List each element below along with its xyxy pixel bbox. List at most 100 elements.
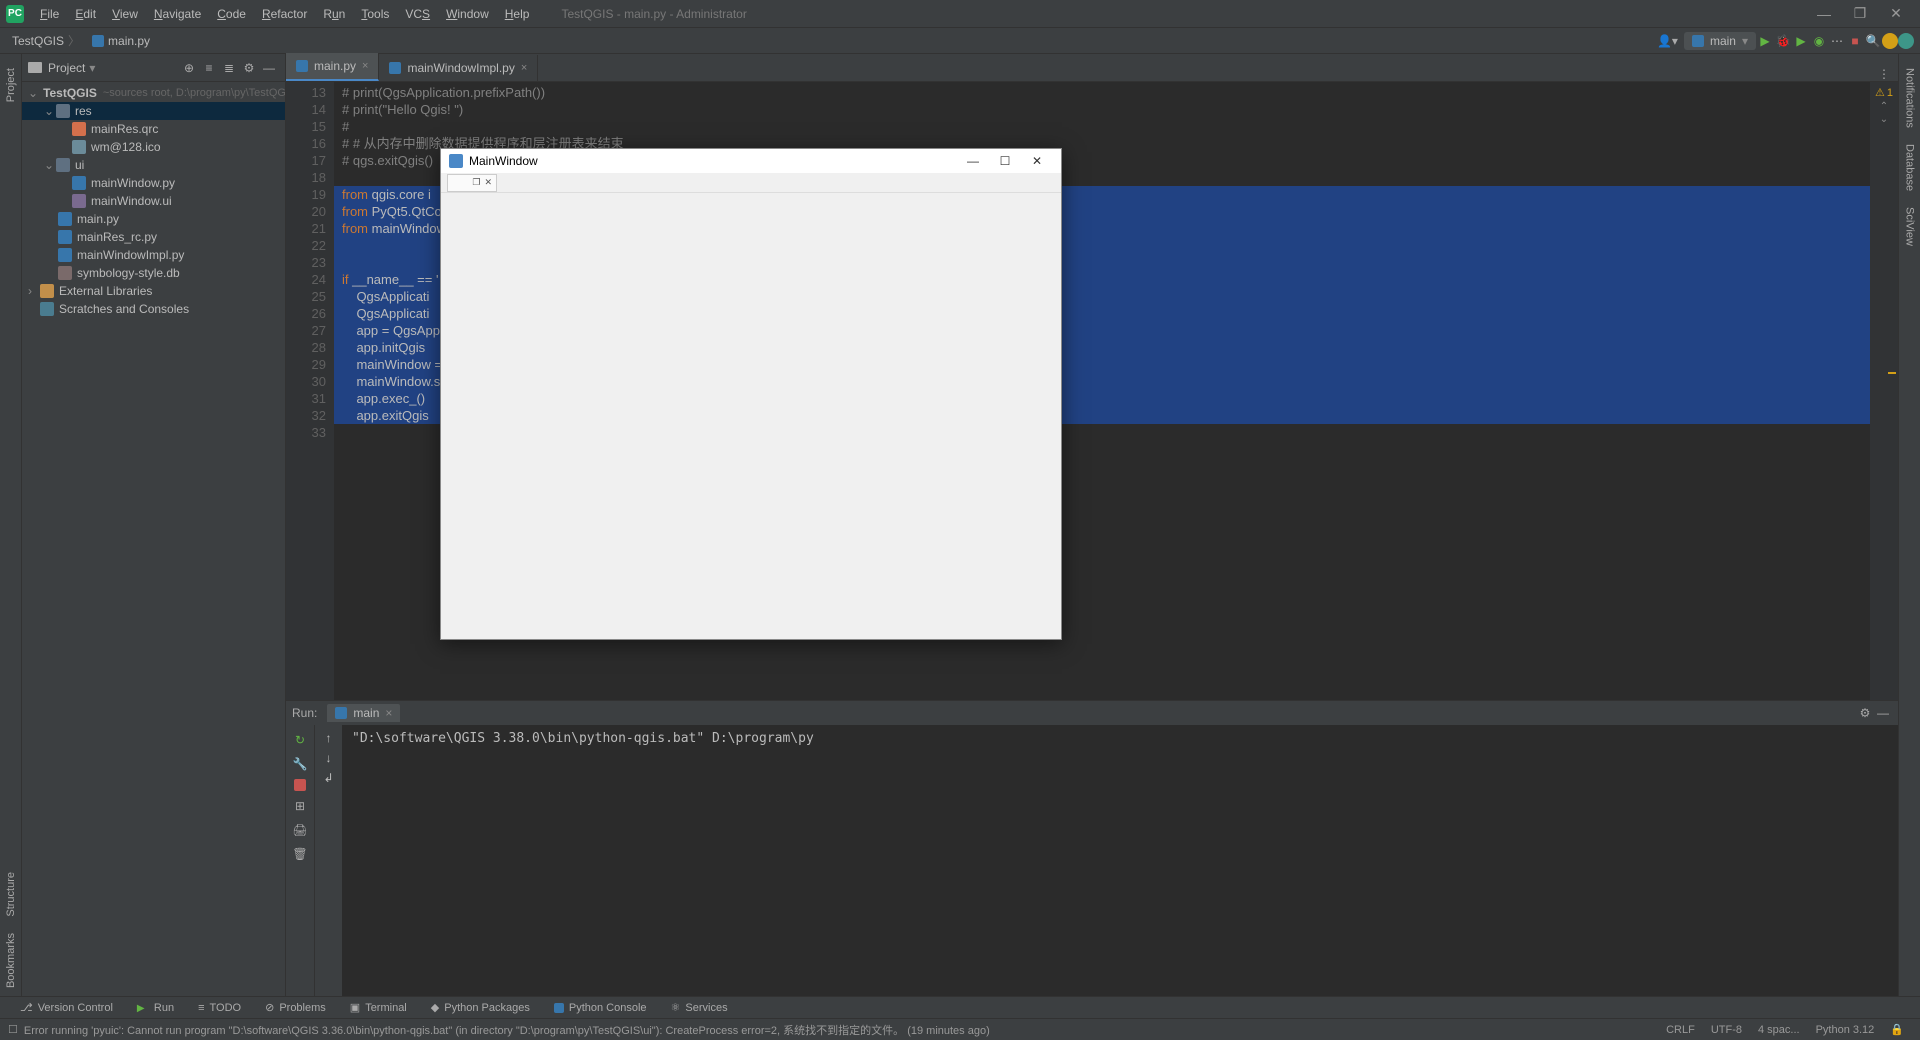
menu-navigate[interactable]: Navigate: [146, 3, 209, 25]
layout-button[interactable]: ⊞: [291, 797, 309, 815]
status-line-ending[interactable]: CRLF: [1658, 1024, 1703, 1036]
close-icon[interactable]: ✕: [484, 177, 492, 188]
run-button[interactable]: ▶: [1756, 32, 1774, 50]
terminal-tool-button[interactable]: ▣Terminal: [340, 1001, 417, 1014]
menu-edit[interactable]: Edit: [67, 3, 104, 25]
tree-file[interactable]: mainWindow.py: [22, 174, 285, 192]
project-header: Project ▾ ⊕ ≡ ≣ ⚙ —: [22, 54, 285, 82]
sciview-tool-button[interactable]: SciView: [1902, 199, 1918, 254]
status-encoding[interactable]: UTF-8: [1703, 1024, 1750, 1036]
breadcrumb-project[interactable]: TestQGIS〉: [6, 30, 86, 51]
run-tab[interactable]: main×: [327, 704, 400, 722]
popup-app-icon: [449, 154, 463, 168]
more-run-button[interactable]: ⋯: [1828, 32, 1846, 50]
python-packages-button[interactable]: ◆Python Packages: [421, 1001, 540, 1014]
tab-mainwindowimpl-py[interactable]: mainWindowImpl.py×: [379, 55, 538, 81]
search-everywhere-button[interactable]: 🔍: [1864, 32, 1882, 50]
tree-file[interactable]: mainRes.qrc: [22, 120, 285, 138]
tree-folder-ui[interactable]: ⌄ui: [22, 156, 285, 174]
soft-wrap-button[interactable]: ↲: [323, 771, 333, 785]
settings-button[interactable]: ⚙: [240, 59, 258, 77]
stop-button[interactable]: ■: [1846, 32, 1864, 50]
popup-maximize-button[interactable]: ☐: [989, 149, 1021, 173]
debug-button[interactable]: 🐞: [1774, 32, 1792, 50]
menu-refactor[interactable]: Refactor: [254, 3, 315, 25]
menu-file[interactable]: File: [32, 3, 67, 25]
close-icon[interactable]: ×: [521, 62, 527, 74]
profile-button[interactable]: ◉: [1810, 32, 1828, 50]
breadcrumb-file[interactable]: main.py: [86, 32, 156, 50]
tree-file[interactable]: symbology-style.db: [22, 264, 285, 282]
print-button[interactable]: 🖨: [291, 821, 309, 839]
structure-tool-button[interactable]: Structure: [3, 864, 19, 925]
menu-tools[interactable]: Tools: [353, 3, 397, 25]
close-icon[interactable]: ×: [362, 60, 368, 72]
code-with-me-icon[interactable]: [1898, 33, 1914, 49]
tree-file[interactable]: mainWindow.ui: [22, 192, 285, 210]
python-console-button[interactable]: Python Console: [544, 1002, 657, 1014]
editor-gutter[interactable]: 131415161718192021222324▶252627282930313…: [286, 82, 334, 700]
status-interpreter[interactable]: Python 3.12: [1808, 1024, 1883, 1036]
stop-process-button[interactable]: [294, 779, 306, 791]
float-icon[interactable]: ❐: [472, 177, 480, 188]
popup-window[interactable]: MainWindow — ☐ ✕ ❐✕: [440, 148, 1062, 640]
bookmarks-tool-button[interactable]: Bookmarks: [3, 925, 19, 996]
run-config-selector[interactable]: main ▾: [1684, 32, 1756, 50]
database-tool-button[interactable]: Database: [1902, 136, 1918, 199]
menu-run[interactable]: Run: [315, 3, 353, 25]
warning-marker[interactable]: [1888, 372, 1896, 374]
coverage-button[interactable]: ▶: [1792, 32, 1810, 50]
tree-root[interactable]: ⌄TestQGIS~sources root, D:\program\py\Te…: [22, 84, 285, 102]
run-output[interactable]: "D:\software\QGIS 3.38.0\bin\python-qgis…: [342, 725, 1898, 996]
locate-file-button[interactable]: ⊕: [180, 59, 198, 77]
hide-button[interactable]: —: [260, 59, 278, 77]
minimize-button[interactable]: —: [1806, 0, 1842, 28]
popup-minimize-button[interactable]: —: [957, 149, 989, 173]
menu-view[interactable]: View: [104, 3, 146, 25]
tree-file[interactable]: mainWindowImpl.py: [22, 246, 285, 264]
menu-code[interactable]: Code: [209, 3, 254, 25]
close-button[interactable]: ✕: [1878, 0, 1914, 28]
tree-folder-res[interactable]: ⌄res: [22, 102, 285, 120]
problems-tool-button[interactable]: ⊘Problems: [255, 1001, 336, 1014]
close-icon[interactable]: ×: [385, 706, 392, 720]
menu-help[interactable]: Help: [497, 3, 538, 25]
up-button[interactable]: ↑: [326, 731, 332, 745]
popup-close-button[interactable]: ✕: [1021, 149, 1053, 173]
maximize-button[interactable]: ❐: [1842, 0, 1878, 28]
run-settings-button[interactable]: ⚙: [1856, 704, 1874, 722]
nav-up-icon[interactable]: ⌃: [1870, 101, 1898, 112]
notifications-tool-button[interactable]: Notifications: [1902, 60, 1918, 136]
nav-down-icon[interactable]: ⌄: [1870, 114, 1898, 125]
popup-title-bar[interactable]: MainWindow — ☐ ✕: [441, 149, 1061, 173]
delete-button[interactable]: 🗑: [291, 845, 309, 863]
run-tool-button[interactable]: Run: [127, 1002, 184, 1014]
tree-file[interactable]: wm@128.ico: [22, 138, 285, 156]
popup-dock-widget[interactable]: ❐✕: [447, 174, 497, 192]
todo-tool-button[interactable]: ≡TODO: [188, 1002, 251, 1014]
status-lock-icon[interactable]: 🔒: [1882, 1023, 1912, 1036]
warning-badge[interactable]: ⚠1: [1870, 86, 1898, 99]
menu-window[interactable]: Window: [438, 3, 497, 25]
rerun-button[interactable]: ↻: [291, 731, 309, 749]
collapse-all-button[interactable]: ≣: [220, 59, 238, 77]
tab-main-py[interactable]: main.py×: [286, 53, 379, 81]
popup-body[interactable]: [441, 193, 1061, 639]
run-hide-button[interactable]: —: [1874, 704, 1892, 722]
modify-run-button[interactable]: 🔧: [291, 755, 309, 773]
down-button[interactable]: ↓: [326, 751, 332, 765]
version-control-button[interactable]: ⎇Version Control: [10, 1001, 123, 1014]
menu-vcs[interactable]: VCS: [397, 3, 438, 25]
project-tool-button[interactable]: Project: [3, 60, 19, 110]
tree-external-libraries[interactable]: ›External Libraries: [22, 282, 285, 300]
tree-scratches[interactable]: Scratches and Consoles: [22, 300, 285, 318]
tree-file[interactable]: mainRes_rc.py: [22, 228, 285, 246]
user-menu[interactable]: 👤▾: [1651, 34, 1684, 48]
tree-file[interactable]: main.py: [22, 210, 285, 228]
avatar-icon[interactable]: [1882, 33, 1898, 49]
tabs-more-button[interactable]: ⋮: [1870, 67, 1898, 81]
status-indent[interactable]: 4 spac...: [1750, 1024, 1808, 1036]
status-error[interactable]: Error running 'pyuic': Cannot run progra…: [24, 1022, 990, 1038]
expand-all-button[interactable]: ≡: [200, 59, 218, 77]
services-tool-button[interactable]: ⚛Services: [661, 1001, 738, 1014]
